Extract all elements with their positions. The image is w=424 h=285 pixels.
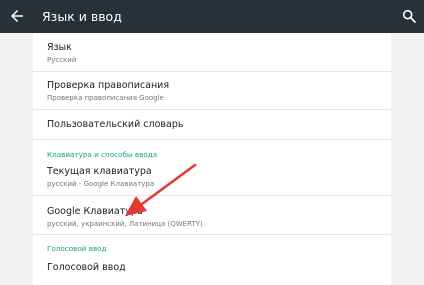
settings-list: Язык Русский Проверка правописания Прове… <box>33 33 391 285</box>
search-icon[interactable] <box>401 8 417 24</box>
current-keyboard-item[interactable]: Текущая клавиатура русский - Google Клав… <box>47 166 154 189</box>
language-item[interactable]: Язык Русский <box>47 42 76 65</box>
item-title: Язык <box>47 42 72 53</box>
item-title: Пользовательский словарь <box>47 119 184 130</box>
arrow-back-icon[interactable] <box>8 7 26 25</box>
divider <box>33 71 391 72</box>
section-header-voice: Голосовой ввод <box>47 244 107 253</box>
divider <box>33 109 391 110</box>
spell-check-item[interactable]: Проверка правописания Проверка правописа… <box>47 80 169 103</box>
item-summary: русский, украинский, Латиница (QWERTY) <box>47 220 203 228</box>
item-title: Google Клавиатура <box>47 206 143 217</box>
divider <box>33 195 391 196</box>
divider <box>33 139 391 140</box>
item-summary: русский - Google Клавиатура <box>47 180 155 188</box>
item-title: Текущая клавиатура <box>47 166 152 177</box>
app-bar: Язык и ввод <box>0 0 424 33</box>
item-title: Проверка правописания <box>47 80 170 91</box>
page-title: Язык и ввод <box>42 9 122 24</box>
section-header-keyboard: Клавиатура и способы ввода <box>47 150 158 159</box>
divider <box>33 234 391 235</box>
voice-input-item[interactable]: Голосовой ввод <box>47 262 126 274</box>
user-dictionary-item[interactable]: Пользовательский словарь <box>47 119 183 131</box>
item-summary: Русский <box>47 56 77 64</box>
item-title: Голосовой ввод <box>47 262 126 273</box>
item-summary: Проверка правописания Google <box>47 94 164 102</box>
google-keyboard-item[interactable]: Google Клавиатура русский, украинский, Л… <box>47 206 203 229</box>
